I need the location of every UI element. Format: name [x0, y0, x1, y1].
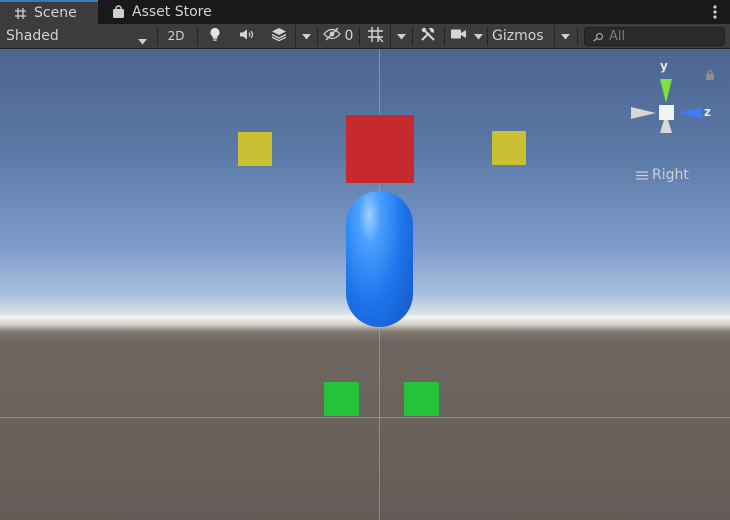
scene-visibility-toggle[interactable]: 0 [319, 25, 357, 47]
tools-button[interactable] [414, 25, 442, 47]
view-direction-label[interactable]: Right [636, 167, 689, 183]
2d-toggle-label: 2D [167, 29, 185, 43]
grid-toggle-button[interactable] [361, 25, 389, 47]
toolbar-separator [487, 27, 488, 46]
audio-toggle-button[interactable] [232, 25, 262, 47]
gizmo-center-cube [659, 105, 674, 120]
tab-asset-store-label: Asset Store [132, 4, 212, 20]
tab-scene-label: Scene [34, 5, 77, 21]
toolbar-separator [157, 27, 158, 46]
gizmo-z-axis-cone [678, 107, 702, 119]
lighting-toggle-button[interactable] [200, 25, 230, 47]
toolbar-separator [317, 27, 318, 46]
grid-hash-icon [12, 5, 28, 21]
hidden-count: 0 [344, 28, 354, 44]
layers-icon [271, 27, 287, 45]
toolbar-separator [412, 27, 413, 46]
more-options-icon[interactable] [712, 4, 718, 20]
grid-snap-icon [367, 26, 384, 47]
red-cube[interactable] [346, 115, 414, 183]
gizmos-dropdown-button[interactable] [554, 25, 576, 47]
search-field[interactable] [584, 27, 725, 46]
draw-mode-dropdown[interactable]: Shaded [0, 25, 155, 47]
view-direction-text: Right [652, 167, 689, 183]
green-cube-left[interactable] [324, 382, 359, 416]
effects-toggle-button[interactable] [264, 25, 294, 47]
chevron-down-icon [138, 33, 147, 49]
chevron-down-icon [561, 28, 570, 44]
yellow-cube-right[interactable] [492, 131, 526, 165]
tools-icon [420, 26, 436, 46]
lock-icon[interactable] [705, 65, 715, 84]
hamburger-icon [636, 170, 648, 180]
blue-capsule[interactable] [346, 191, 413, 327]
toolbar-separator [359, 27, 360, 46]
search-input[interactable] [609, 29, 714, 44]
shopping-bag-icon [110, 4, 126, 20]
gizmos-label: Gizmos [492, 28, 544, 44]
speaker-icon [239, 28, 255, 45]
chevron-down-icon [473, 28, 483, 44]
gizmo-y-axis-cone [660, 79, 672, 103]
yellow-cube-left[interactable] [238, 132, 272, 166]
scene-viewport[interactable]: y z Right [0, 49, 730, 520]
scene-toolbar: Shaded 2D 0 Gizmos All [0, 24, 730, 49]
lightbulb-icon [209, 27, 221, 46]
tab-scene[interactable]: Scene [0, 0, 98, 24]
tab-asset-store[interactable]: Asset Store [98, 0, 240, 24]
green-cube-right[interactable] [404, 382, 439, 416]
chevron-down-icon [397, 28, 406, 44]
2d-toggle-button[interactable]: 2D [160, 25, 192, 47]
grid-dropdown-button[interactable] [390, 25, 412, 47]
effects-dropdown-button[interactable] [295, 25, 317, 47]
chevron-down-icon [302, 28, 311, 44]
toolbar-separator [577, 27, 578, 46]
gizmo-negative-x-cone [631, 107, 656, 119]
toolbar-separator [444, 27, 445, 46]
tab-bar: Scene Asset Store [0, 0, 730, 24]
draw-mode-label: Shaded [6, 28, 59, 44]
camera-settings-button[interactable] [446, 25, 470, 47]
toolbar-separator [197, 27, 198, 46]
grid-axis-horizontal [0, 417, 730, 418]
eye-slash-icon [322, 27, 341, 45]
camera-icon [450, 28, 467, 44]
gizmos-toggle-button[interactable]: Gizmos [489, 25, 553, 47]
camera-dropdown-button[interactable] [469, 25, 487, 47]
search-icon [592, 32, 604, 42]
